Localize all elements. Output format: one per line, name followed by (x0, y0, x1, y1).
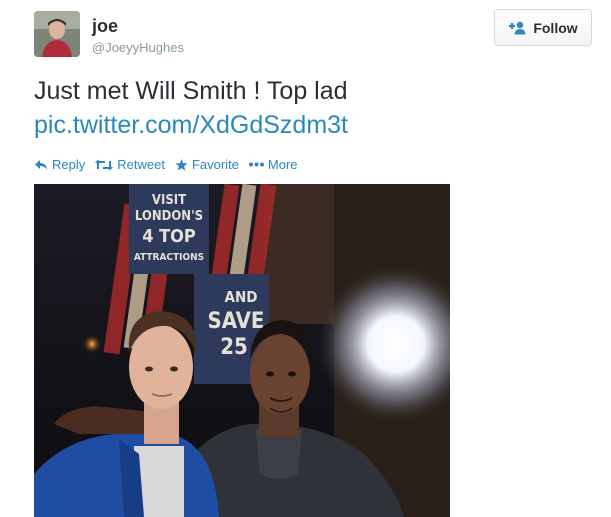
sign-text: LONDON'S (135, 209, 203, 224)
follow-button[interactable]: Follow (494, 9, 592, 46)
tweet-media-link[interactable]: pic.twitter.com/XdGdSzdm3t (34, 110, 348, 141)
sign-text: 25 (220, 335, 248, 360)
sign-text: AND (225, 288, 258, 306)
more-action[interactable]: More (248, 157, 298, 172)
retweet-action[interactable]: Retweet (95, 157, 165, 172)
reply-label: Reply (52, 157, 86, 172)
more-icon (248, 162, 264, 167)
retweet-icon (95, 159, 114, 171)
sign-text: 4 TOP (142, 226, 196, 247)
tweet-text: Just met Will Smith ! Top lad (34, 77, 348, 105)
favorite-action[interactable]: Favorite (175, 157, 239, 172)
sign-text: SAVE (208, 309, 265, 334)
tweet-photo[interactable]: VISIT LONDON'S 4 TOP ATTRACTIONS AND SAV… (34, 184, 450, 517)
favorite-label: Favorite (191, 157, 239, 172)
reply-action[interactable]: Reply (34, 157, 85, 172)
reply-icon (34, 159, 48, 171)
avatar[interactable] (34, 11, 80, 57)
retweet-label: Retweet (117, 157, 165, 172)
user-handle[interactable]: @JoeyyHughes (92, 40, 184, 55)
display-name[interactable]: joe (92, 16, 118, 37)
tweet-actions: Reply Retweet Favorite More (34, 157, 298, 172)
sign-text: ATTRACTIONS (134, 252, 204, 263)
sign-text: VISIT (152, 193, 186, 208)
star-icon (175, 158, 188, 171)
more-label: More (267, 157, 298, 172)
add-user-icon (508, 21, 526, 35)
follow-button-label: Follow (533, 19, 578, 36)
